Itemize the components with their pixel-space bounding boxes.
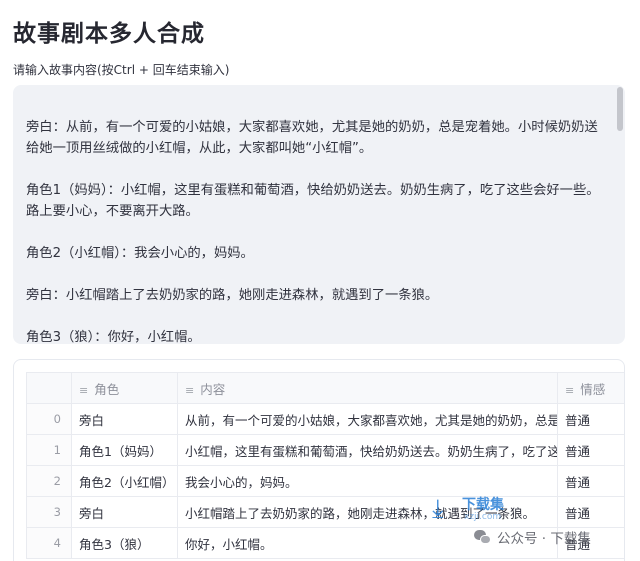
text-column-icon: ≡ [79,383,89,397]
story-paragraph: 角色1（妈妈）：小红帽，这里有蛋糕和葡萄酒，快给奶奶送去。奶奶生病了，吃了这些会… [26,183,600,219]
cell-content[interactable]: 小红帽，这里有蛋糕和葡萄酒，快给奶奶送去。奶奶生病了，吃了这 [177,434,558,466]
index-header [26,372,72,404]
cell-role[interactable]: 角色1（妈妈） [71,434,178,466]
story-input-label: 请输入故事内容(按Ctrl + 回车结束输入) [13,63,230,77]
story-paragraph: 旁白：小红帽踏上了去奶奶家的路，她刚走进森林，就遇到了一条狼。 [26,288,439,303]
wechat-watermark: 公众号 · 下载集 [474,526,591,548]
column-header-content[interactable]: ≡ 内容 [177,372,558,404]
story-scrollbar[interactable] [617,87,623,131]
wechat-icon [474,529,492,545]
table-row: 0 旁白 从前，有一个可爱的小姑娘，大家都喜欢她，尤其是她的奶奶，总是宠 普通 [26,403,624,435]
cell-emotion[interactable]: 普通 [557,434,624,466]
cell-role[interactable]: 角色2（小红帽） [71,465,178,497]
watermark-logo-sub: xzji.com [464,512,502,522]
download-arrow-icon: ⤓ [432,494,444,524]
cell-emotion[interactable]: 普通 [557,496,624,528]
row-index: 3 [26,496,72,528]
story-textarea[interactable]: 旁白：从前，有一个可爱的小姑娘，大家都喜欢她，尤其是她的奶奶，总是宠着她。小时候… [13,85,625,344]
row-index: 4 [26,527,72,559]
row-index: 0 [26,403,72,435]
table-header-row: ≡ 角色 ≡ 内容 ≡ 情感 [26,372,624,404]
row-index: 2 [26,465,72,497]
cell-content[interactable]: 从前，有一个可爱的小姑娘，大家都喜欢她，尤其是她的奶奶，总是宠 [177,403,558,435]
cell-role[interactable]: 旁白 [71,496,178,528]
column-header-label: 角色 [94,381,120,397]
column-header-label: 内容 [200,381,226,397]
story-paragraph: 角色2（小红帽）：我会小心的，妈妈。 [26,246,254,261]
cell-emotion[interactable]: 普通 [557,403,624,435]
cell-role[interactable]: 旁白 [71,403,178,435]
row-index: 1 [26,434,72,466]
column-header-role[interactable]: ≡ 角色 [71,372,178,404]
table-row: 1 角色1（妈妈） 小红帽，这里有蛋糕和葡萄酒，快给奶奶送去。奶奶生病了，吃了这… [26,434,624,466]
column-header-label: 情感 [580,381,606,397]
cell-role[interactable]: 角色3（狼） [71,527,178,559]
cell-emotion[interactable]: 普通 [557,465,624,497]
wechat-label: 公众号 · 下载集 [497,531,591,547]
watermark-logo-text: 下载集 [462,497,504,513]
watermark-logo: ⤓ 下载集 xzji.com [420,488,540,524]
text-column-icon: ≡ [185,383,195,397]
story-text: 旁白：从前，有一个可爱的小姑娘，大家都喜欢她，尤其是她的奶奶，总是宠着她。小时候… [26,117,602,344]
text-column-icon: ≡ [565,383,575,397]
story-paragraph: 角色3（狼）：你好，小红帽。 [26,330,201,344]
column-header-emotion[interactable]: ≡ 情感 [557,372,624,404]
story-paragraph: 旁白：从前，有一个可爱的小姑娘，大家都喜欢她，尤其是她的奶奶，总是宠着她。小时候… [26,120,598,156]
page-title: 故事剧本多人合成 [13,21,205,47]
